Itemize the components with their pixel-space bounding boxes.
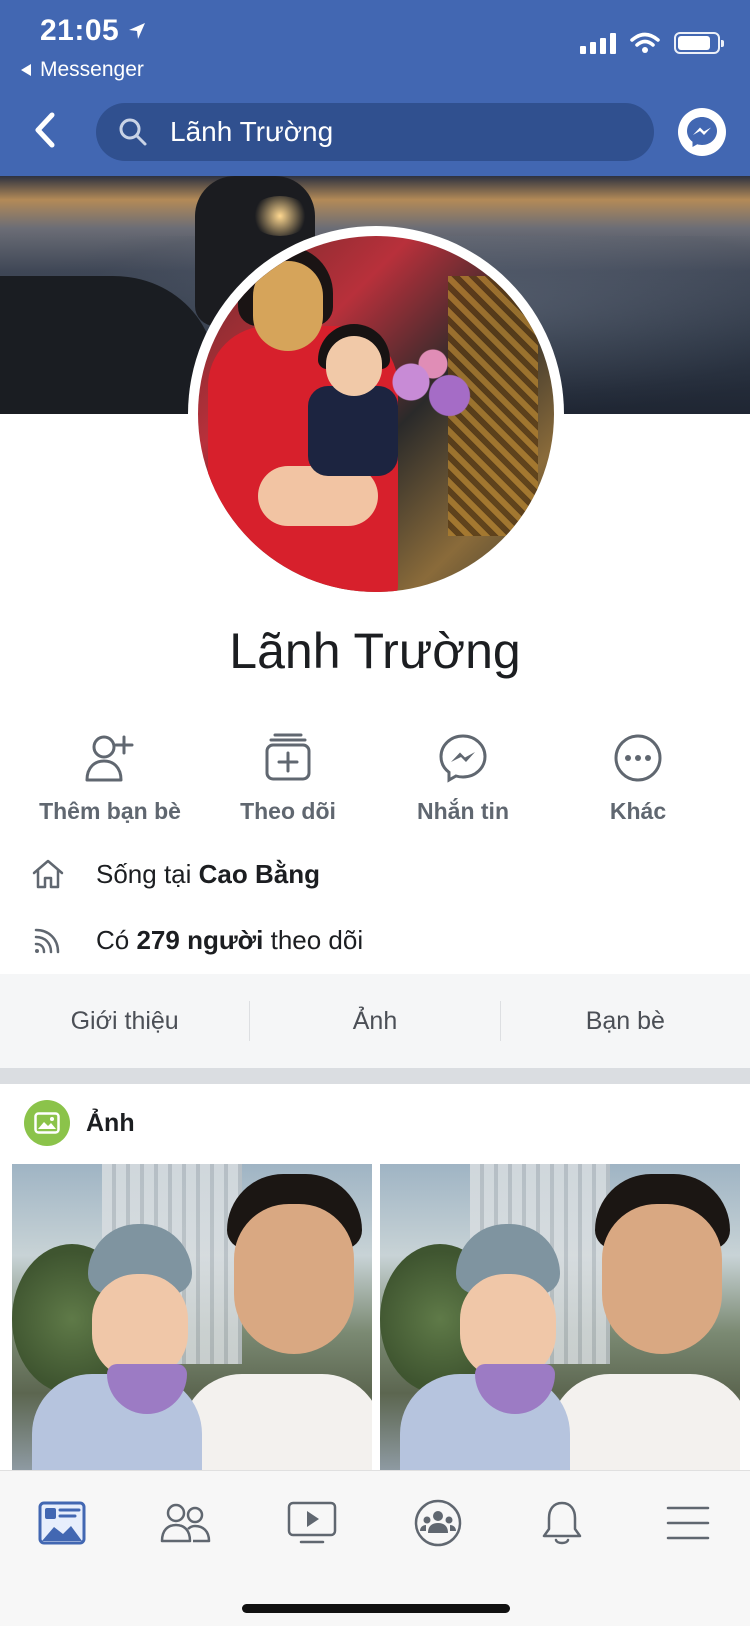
status-time: 21:05 <box>40 14 147 48</box>
followers-count[interactable]: 279 người <box>136 925 263 955</box>
nav-groups[interactable] <box>408 1493 468 1553</box>
profile-name: Lãnh Trường <box>229 623 521 679</box>
bell-icon <box>542 1501 582 1545</box>
profile-screen: { "status_bar": { "time": "21:05", "back… <box>0 0 750 1626</box>
watch-video-icon <box>287 1501 337 1544</box>
return-app-label: Messenger <box>40 58 144 81</box>
location-arrow-icon <box>129 23 146 39</box>
nav-notifications[interactable] <box>532 1493 592 1553</box>
search-bar[interactable]: Lãnh Trường <box>96 103 654 161</box>
photos-badge <box>24 1100 70 1146</box>
profile-actions: Thêm bạn bè Theo dõi Nhắn tin Khác <box>0 732 750 824</box>
nav-watch[interactable] <box>282 1493 342 1553</box>
followers-text: Có 279 người theo dõi <box>96 925 363 956</box>
nav-menu[interactable] <box>658 1493 718 1553</box>
tab-friends[interactable]: Bạn bè <box>501 1007 750 1036</box>
profile-picture[interactable] <box>198 236 554 592</box>
section-divider <box>0 1068 750 1084</box>
messenger-button[interactable] <box>678 108 726 156</box>
followers-suffix: theo dõi <box>263 924 364 955</box>
message-label: Nhắn tin <box>417 798 509 824</box>
search-icon <box>119 118 147 146</box>
tab-photos[interactable]: Ảnh <box>250 1007 499 1036</box>
cellular-signal-icon <box>580 32 616 54</box>
followers-prefix: Có <box>96 924 137 955</box>
bottom-tab-bar <box>0 1470 750 1626</box>
lives-in-text: Sống tại Cao Bằng <box>96 859 320 890</box>
follow-label: Theo dõi <box>240 798 336 824</box>
nav-friends[interactable] <box>156 1493 216 1553</box>
add-friend-icon <box>85 735 134 782</box>
lives-in-prefix: Sống tại <box>96 858 199 889</box>
news-feed-icon <box>38 1501 86 1545</box>
photo-thumbnail[interactable] <box>380 1164 740 1470</box>
follow-button[interactable]: Theo dõi <box>226 732 350 825</box>
small-back-triangle-icon <box>21 64 31 76</box>
home-icon <box>32 859 64 889</box>
photos-section-header[interactable]: Ảnh <box>24 1100 135 1146</box>
clock-text: 21:05 <box>40 14 120 47</box>
home-indicator[interactable] <box>242 1604 510 1613</box>
more-button[interactable]: Khác <box>598 732 678 825</box>
groups-icon <box>414 1499 462 1547</box>
add-friend-label: Thêm bạn bè <box>39 798 181 824</box>
top-header: 21:05 Messenger Lãnh Trường <box>0 0 750 176</box>
photos-title: Ảnh <box>86 1108 135 1137</box>
messenger-icon <box>687 117 717 147</box>
return-to-messenger[interactable]: Messenger <box>20 58 144 82</box>
followers-row: Có 279 người theo dõi <box>30 922 363 958</box>
messenger-icon <box>439 734 487 783</box>
wifi-icon <box>630 32 660 53</box>
follow-icon <box>265 733 311 781</box>
profile-tabs: Giới thiệu Ảnh Bạn bè <box>0 974 750 1068</box>
more-icon <box>614 734 662 782</box>
lives-in-place[interactable]: Cao Bằng <box>199 859 320 889</box>
nav-news-feed[interactable] <box>32 1493 92 1553</box>
more-label: Khác <box>609 798 667 824</box>
search-query-text: Lãnh Trường <box>170 116 334 147</box>
lives-in-row: Sống tại Cao Bằng <box>30 856 320 892</box>
battery-icon <box>674 32 724 54</box>
status-indicators <box>580 32 724 54</box>
add-friend-button[interactable]: Thêm bạn bè <box>34 732 186 825</box>
back-button[interactable] <box>30 110 60 150</box>
photo-icon <box>34 1112 60 1134</box>
message-button[interactable]: Nhắn tin <box>408 732 518 825</box>
photo-thumbnail[interactable] <box>12 1164 372 1470</box>
tab-about[interactable]: Giới thiệu <box>0 1007 249 1036</box>
friends-icon <box>160 1503 211 1543</box>
rss-feed-icon <box>34 928 60 954</box>
chevron-left-icon <box>35 112 55 148</box>
hamburger-menu-icon <box>666 1506 710 1540</box>
